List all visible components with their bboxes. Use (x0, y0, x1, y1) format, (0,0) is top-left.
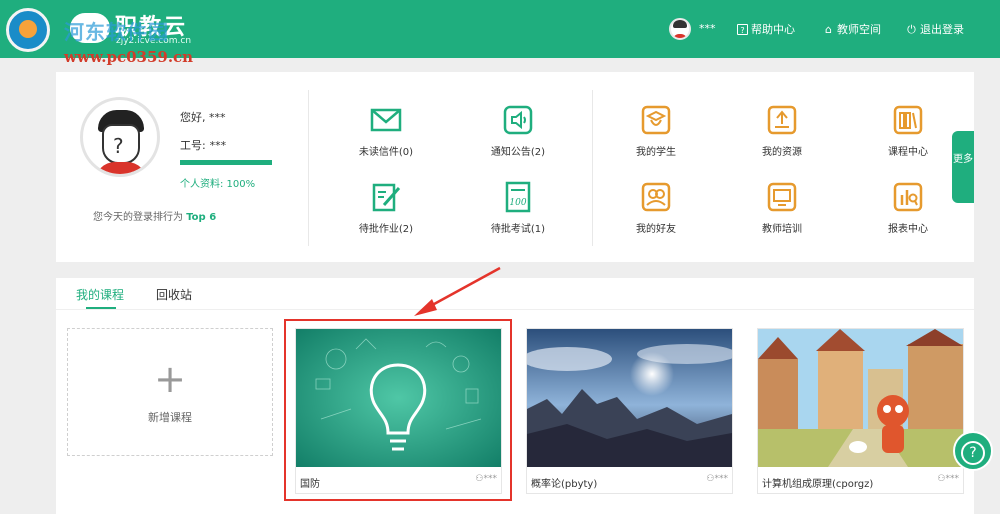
teacher-space-label: 教师空间 (837, 23, 881, 36)
user-name[interactable]: *** (699, 22, 716, 35)
job-number-value: *** (209, 139, 227, 152)
job-number-label: 工号: (180, 139, 206, 152)
profile-completion-text[interactable]: 个人资料: 100% (180, 175, 255, 190)
add-course-card[interactable]: + 新增课程 (67, 328, 273, 456)
my-friends-item[interactable]: 我的好友 (611, 181, 701, 235)
question-icon: ? (961, 441, 985, 465)
profile-completion-bar (180, 160, 272, 165)
teacher-space-link[interactable]: ⌂ 教师空间 (823, 21, 881, 37)
tab-my-courses[interactable]: 我的课程 (76, 286, 124, 303)
greeting-text: 您好, *** (180, 111, 226, 124)
course-cover-cartoon-town[interactable] (758, 329, 963, 467)
course-card-probability[interactable]: 概率论(pbyty) ⚇*** (526, 328, 733, 494)
help-center-link[interactable]: ? 帮助中心 (737, 21, 795, 37)
speaker-icon (503, 105, 533, 135)
resource-upload-icon (767, 105, 797, 135)
course-name[interactable]: 概率论(pbyty) (531, 475, 597, 490)
report-center-item[interactable]: 报表中心 (863, 181, 953, 235)
login-rank: 您今天的登录排行为 Top 6 (93, 208, 216, 223)
watermark-logo-icon (6, 8, 50, 52)
homework-pencil-icon (372, 183, 401, 212)
add-course-label: 新增课程 (148, 411, 192, 424)
pending-homework-label: 待批作业(2) (358, 224, 414, 235)
tab-recycle-bin[interactable]: 回收站 (156, 286, 192, 303)
my-students-item[interactable]: 我的学生 (611, 104, 701, 158)
course-card-computer-org[interactable]: 计算机组成原理(cporgz) ⚇*** (757, 328, 964, 494)
plus-icon: + (154, 357, 186, 401)
watermark-text: 河东软件园 (64, 20, 169, 44)
watermark-url: www.pc0359.cn (64, 48, 194, 66)
teacher-training-item[interactable]: 教师培训 (737, 181, 827, 235)
help-float-button[interactable]: ? (953, 431, 993, 471)
profile-completion-fill (180, 160, 272, 165)
notice-label: 通知公告(2) (490, 147, 546, 158)
annotation-highlight-box (284, 319, 512, 501)
course-owner-name: *** (714, 474, 729, 484)
unread-mail-item[interactable]: 未读信件(0) (341, 104, 431, 158)
report-chart-icon (893, 182, 923, 212)
my-friends-label: 我的好友 (636, 224, 676, 235)
report-center-label: 报表中心 (888, 224, 928, 235)
teacher-training-label: 教师培训 (762, 224, 802, 235)
notice-item[interactable]: 通知公告(2) (473, 104, 563, 158)
course-center-item[interactable]: 课程中心 (863, 104, 953, 158)
logout-link[interactable]: ⏻ 退出登录 (906, 21, 964, 37)
divider (308, 90, 309, 246)
user-avatar[interactable] (669, 18, 691, 40)
person-icon: ⚇ (937, 474, 946, 484)
help-document-icon: ? (737, 23, 748, 35)
student-icon (641, 105, 671, 135)
person-icon: ⚇ (706, 474, 715, 484)
svg-text:100: 100 (509, 198, 526, 208)
logout-label: 退出登录 (920, 23, 964, 36)
exam-paper-icon: 100 (505, 181, 531, 213)
active-tab-indicator (86, 307, 116, 309)
more-tab[interactable]: 更多 (952, 131, 974, 203)
course-owner: ⚇*** (937, 474, 959, 484)
course-name[interactable]: 计算机组成原理(cporgz) (762, 475, 873, 490)
course-owner: ⚇*** (706, 474, 728, 484)
pending-exam-label: 待批考试(1) (490, 224, 546, 235)
training-screen-icon (767, 182, 797, 212)
divider (592, 90, 593, 246)
job-number: 工号: *** (180, 137, 226, 153)
course-cover-sky[interactable] (527, 329, 732, 467)
pending-exam-item[interactable]: 100 待批考试(1) (473, 181, 563, 235)
my-resources-item[interactable]: 我的资源 (737, 104, 827, 158)
power-icon: ⏻ (907, 22, 916, 36)
my-resources-label: 我的资源 (762, 147, 802, 158)
course-owner-name: *** (945, 474, 960, 484)
unread-mail-label: 未读信件(0) (358, 147, 414, 158)
pending-homework-item[interactable]: 待批作业(2) (341, 181, 431, 235)
tabs-divider (56, 309, 974, 310)
rank-value: Top 6 (186, 212, 217, 223)
my-students-label: 我的学生 (636, 147, 676, 158)
profile-avatar[interactable]: ? (80, 97, 160, 177)
envelope-icon (370, 108, 402, 132)
books-icon (893, 105, 923, 135)
rank-prefix: 您今天的登录排行为 (93, 212, 183, 223)
home-icon: ⌂ (825, 22, 832, 36)
friends-icon (641, 182, 671, 212)
help-center-label: 帮助中心 (751, 23, 795, 36)
course-center-label: 课程中心 (888, 147, 928, 158)
